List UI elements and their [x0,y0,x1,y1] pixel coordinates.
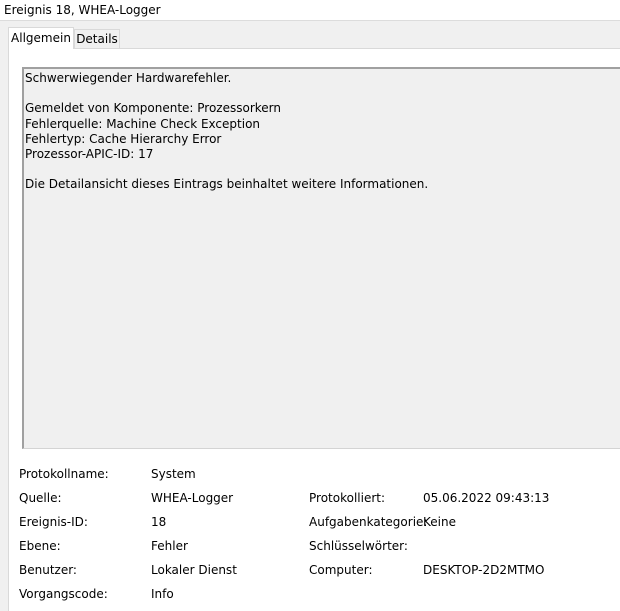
computer-label: Computer: [309,563,373,577]
description-line: Die Detailansicht dieses Eintrags beinha… [25,177,429,192]
description-line: Fehlertyp: Cache Hierarchy Error [25,131,222,146]
tab-allgemein[interactable]: Allgemein [8,27,74,49]
quelle-label: Quelle: [19,491,62,505]
event-description-box[interactable]: Schwerwiegender Hardwarefehler. Gemeldet… [22,67,620,449]
protokolliert-value: 05.06.2022 09:43:13 [423,491,550,505]
description-line: Fehlerquelle: Machine Check Exception [25,116,261,131]
tab-details[interactable]: Details [74,29,120,48]
benutzer-value: Lokaler Dienst [151,563,237,577]
aufgabenkategorie-value: Keine [423,515,456,529]
tab-strip: Allgemein Details [0,27,620,49]
window-title: Ereignis 18, WHEA-Logger [4,3,161,17]
description-line [25,162,620,177]
event-properties-window: Ereignis 18, WHEA-Logger Allgemein Detai… [0,0,620,611]
vorgangscode-value: Info [151,587,174,601]
quelle-value: WHEA-Logger [151,491,234,505]
vorgangscode-label: Vorgangscode: [19,587,108,601]
general-panel: Schwerwiegender Hardwarefehler. Gemeldet… [8,48,620,611]
ereignis-id-value: 18 [151,515,167,529]
protokolliert-label: Protokolliert: [309,491,386,505]
description-line [25,86,620,101]
benutzer-label: Benutzer: [19,563,77,577]
ereignis-id-label: Ereignis-ID: [19,515,88,529]
description-line: Prozessor-APIC-ID: 17 [25,146,154,161]
schluesselwoerter-label: Schlüsselwörter: [309,539,408,553]
protokollname-value: System [151,467,196,481]
title-bar: Ereignis 18, WHEA-Logger [0,0,620,21]
computer-value: DESKTOP-2D2MTMO [423,563,545,577]
description-line: Schwerwiegender Hardwarefehler. [25,71,232,85]
protokollname-label: Protokollname: [19,467,109,481]
ebene-value: Fehler [151,539,188,553]
aufgabenkategorie-label: Aufgabenkategorie: [309,515,428,529]
description-line: Gemeldet von Komponente: Prozessorkern [25,101,282,116]
ebene-label: Ebene: [19,539,61,553]
